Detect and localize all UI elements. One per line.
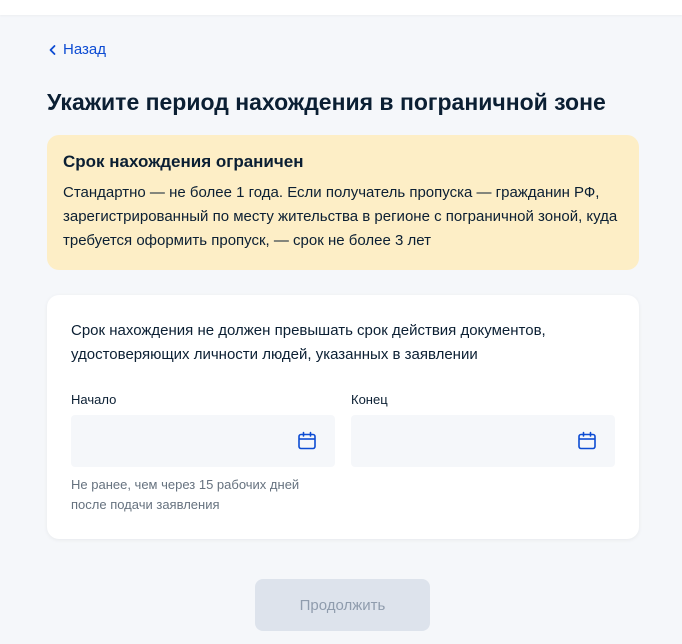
date-fields: Начало Не ранее, чем через 15 рабочих дн… bbox=[71, 391, 615, 515]
continue-button[interactable]: Продолжить bbox=[255, 579, 430, 631]
end-date-input[interactable] bbox=[351, 415, 615, 467]
back-link-label[interactable]: Назад bbox=[63, 41, 106, 58]
form-note: Срок нахождения не должен превышать срок… bbox=[71, 322, 546, 363]
end-date-field: Конец bbox=[351, 391, 615, 515]
start-date-label: Начало bbox=[71, 392, 117, 407]
start-date-hint: Не ранее, чем через 15 рабочих дней посл… bbox=[71, 477, 300, 512]
page-title: Укажите период нахождения в пограничной … bbox=[47, 89, 606, 115]
warning-text: Стандартно — не более 1 года. Если получ… bbox=[63, 184, 618, 249]
chevron-left-icon bbox=[49, 44, 56, 55]
start-date-field: Начало Не ранее, чем через 15 рабочих дн… bbox=[71, 391, 335, 515]
top-bar bbox=[0, 0, 682, 15]
calendar-icon[interactable] bbox=[297, 431, 317, 451]
warning-banner: Срок нахождения ограничен Стандартно — н… bbox=[47, 135, 639, 270]
start-date-input[interactable] bbox=[71, 415, 335, 467]
period-form-card: Срок нахождения не должен превышать срок… bbox=[47, 295, 639, 539]
end-date-label: Конец bbox=[351, 392, 388, 407]
back-link[interactable]: Назад bbox=[47, 41, 106, 58]
calendar-icon[interactable] bbox=[577, 431, 597, 451]
warning-title: Срок нахождения ограничен bbox=[63, 152, 304, 171]
